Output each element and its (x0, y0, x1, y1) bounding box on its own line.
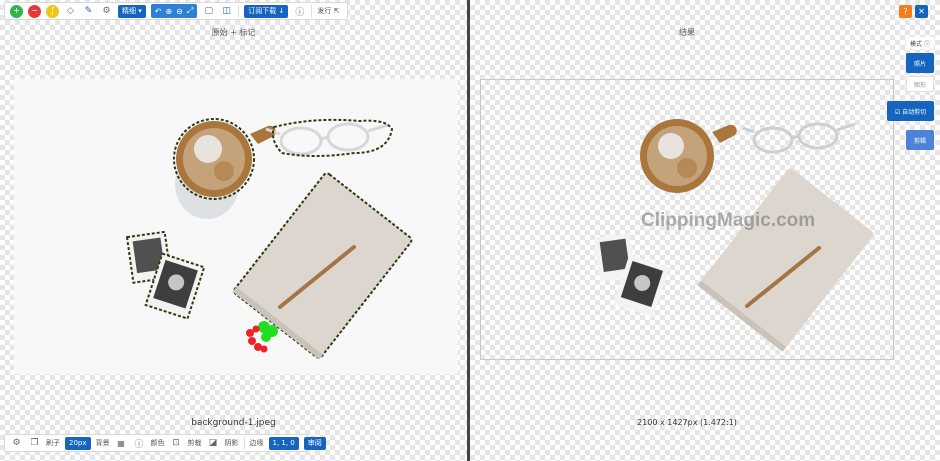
brush-label: 刷子 (46, 439, 60, 447)
photo-mode-button[interactable]: 照片 (906, 53, 934, 73)
result-pane-title: 结果 (679, 28, 695, 37)
bottom-toolbar: ⚙ ❐ 刷子 20px 背景 ▦ ⓘ 颜色 ⊡ 剪裁 ◪ 阴影 边缘 1, 1,… (4, 434, 326, 452)
layers-icon[interactable]: ❐ (28, 437, 41, 450)
margin-value-button[interactable]: 1, 1, 0 (268, 436, 299, 450)
shadow-icon[interactable]: ◪ (207, 437, 220, 450)
plus-circle-icon[interactable]: + (10, 4, 23, 18)
margin-label: 边缘 (249, 439, 264, 447)
toolbar-divider (238, 5, 240, 17)
top-toolbar: + − ∫ ◇ ✎ ⚙ 精细 ▾ ↶ ⊕ ⊖ ⤢ ▢ ◫ 订阅下载 ↓ ⓘ 发行… (4, 2, 348, 20)
eraser-icon[interactable]: ◇ (64, 5, 77, 18)
mode-label: 模式 ⓘ (906, 37, 934, 49)
checker-icon[interactable]: ▦ (115, 437, 128, 450)
fit-icon[interactable]: ⤢ (187, 6, 193, 16)
minus-circle-icon[interactable]: − (28, 4, 41, 18)
mode-dropdown[interactable]: 精细 ▾ (118, 4, 146, 18)
result-pane[interactable]: 结果 ClippingMagic.com 2100 x 1427px (1.47… (470, 0, 940, 461)
brush-size-button[interactable]: 20px (65, 436, 91, 450)
original-pane-title: 原始 + 标记 (211, 28, 256, 37)
toolbar-divider (243, 437, 245, 449)
undo-icon[interactable]: ↶ (155, 7, 162, 16)
original-photo-canvas (125, 118, 413, 360)
crop-icon[interactable]: ⊡ (170, 437, 183, 450)
original-image[interactable] (14, 79, 458, 374)
toolbar-divider (311, 5, 313, 17)
zoom-in-icon[interactable]: ⊕ (165, 7, 172, 16)
original-pane[interactable]: + − ∫ ◇ ✎ ⚙ 精细 ▾ ↶ ⊕ ⊖ ⤢ ▢ ◫ 订阅下载 ↓ ⓘ 发行… (0, 0, 467, 461)
graphic-mode-button[interactable]: 图形 (906, 76, 934, 92)
clip-button[interactable]: 剪辑 (906, 130, 934, 150)
settings-icon[interactable]: ⚙ (100, 5, 113, 18)
result-dimensions: 2100 x 1427px (1.472:1) (637, 418, 737, 427)
publish-button[interactable]: 发行 ⇱ (317, 6, 339, 16)
original-filename: background-1.jpeg (191, 418, 276, 428)
color-button[interactable]: 颜色 (151, 438, 165, 448)
color-icon[interactable]: ⓘ (133, 437, 146, 450)
background-label: 背景 (95, 439, 110, 447)
download-button[interactable]: 订阅下载 ↓ (244, 4, 289, 18)
hair-icon[interactable]: ∫ (46, 4, 59, 18)
crop-button[interactable]: 剪裁 (188, 438, 202, 448)
watermark: ClippingMagic.com (641, 210, 816, 231)
apply-button[interactable]: 审阅 (303, 436, 326, 450)
scalpel-icon[interactable]: ✎ (82, 5, 95, 18)
auto-clip-toggle[interactable]: ☑ 自动剪切 (887, 101, 934, 121)
history-zoom-group: ↶ ⊕ ⊖ ⤢ (150, 4, 198, 18)
view-split-icon[interactable]: ◫ (220, 5, 233, 18)
view-single-icon[interactable]: ▢ (202, 5, 215, 18)
help-icon[interactable]: ? (899, 5, 912, 18)
info-icon[interactable]: ⓘ (293, 5, 306, 18)
close-icon[interactable]: ✕ (915, 5, 928, 18)
result-image[interactable]: ClippingMagic.com (480, 79, 894, 360)
zoom-out-icon[interactable]: ⊖ (176, 7, 183, 16)
shadow-button[interactable]: 阴影 (225, 438, 239, 448)
settings-icon[interactable]: ⚙ (10, 437, 23, 450)
